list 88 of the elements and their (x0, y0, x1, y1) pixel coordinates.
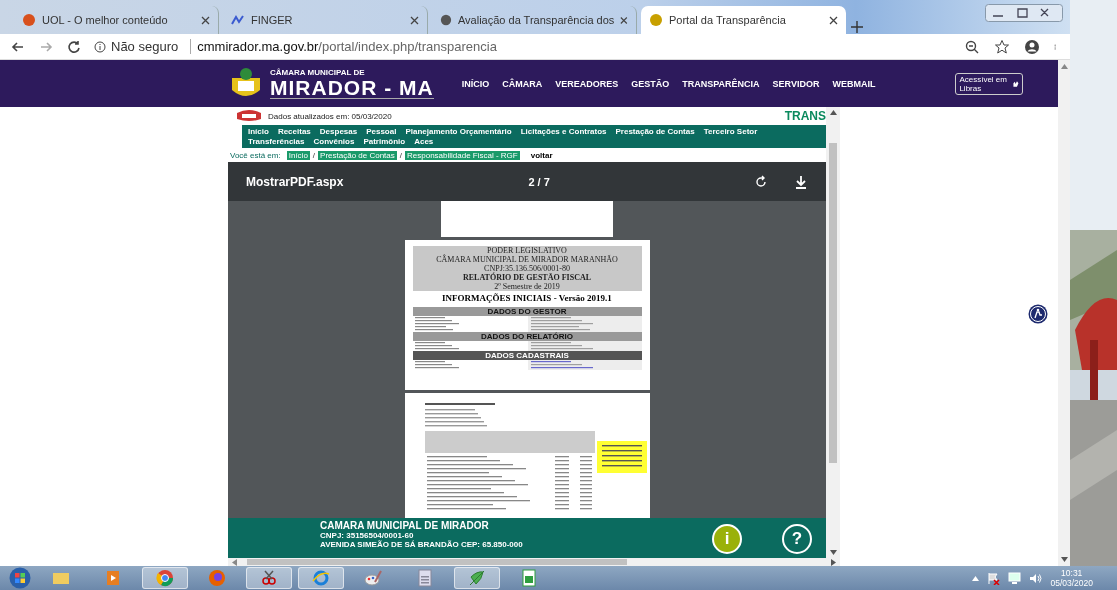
accessibility-icon[interactable] (1028, 304, 1048, 324)
report-heading: RELATÓRIO DE GESTÃO FISCAL (462, 273, 592, 282)
libras-badge[interactable]: Acessível em Libras (955, 72, 1024, 95)
footer-address: AVENIDA SIMEÃO DE SÁ BRANDÃO CEP: 65.850-000 (320, 540, 523, 549)
menu-link[interactable]: GESTÃO (631, 78, 670, 89)
scissors-icon[interactable] (260, 569, 278, 587)
security-label[interactable]: Não seguro (94, 39, 179, 54)
start-icon[interactable] (8, 567, 32, 589)
logo-title: MIRADOR - MA (270, 77, 434, 99)
close-icon[interactable] (829, 15, 838, 25)
scroll-right-icon[interactable] (831, 558, 836, 566)
account-icon[interactable] (1024, 38, 1040, 55)
report-heading: CNPJ:35.136.506/0001-80 (484, 264, 570, 273)
nav-link[interactable]: Prestação de Contas (615, 127, 695, 136)
browser-tab[interactable]: Portal da Transparência (641, 6, 846, 34)
update-date: Dados atualizados em: 05/03/2020 (268, 111, 392, 121)
nav-link[interactable]: Início (248, 127, 269, 136)
nav-link[interactable]: Pessoal (366, 127, 397, 136)
flag-icon[interactable] (987, 571, 1001, 585)
network-icon[interactable] (1008, 571, 1022, 585)
section-heading: DADOS CADASTRAIS (412, 351, 642, 360)
scroll-left-icon[interactable] (232, 558, 237, 566)
nav-link[interactable]: Planejamento Orçamentário (405, 127, 512, 136)
portal-brand: TRANS (784, 109, 826, 123)
menu-link[interactable]: INÍCIO (461, 78, 490, 89)
window-controls-icon[interactable] (985, 4, 1063, 22)
scrollbar-thumb[interactable] (247, 559, 627, 565)
rotate-icon[interactable] (754, 174, 768, 189)
breadcrumb-link[interactable]: Responsabilidade Fiscal - RGF (405, 150, 520, 160)
scroll-up-icon[interactable] (1060, 64, 1068, 69)
menu-link[interactable]: WEBMAIL (832, 78, 876, 89)
breadcrumb-separator: / (312, 150, 316, 160)
new-tab-icon[interactable] (850, 20, 864, 34)
close-icon[interactable] (201, 15, 210, 25)
close-icon[interactable] (620, 15, 628, 25)
calculator-icon[interactable] (416, 569, 434, 587)
report-title: INFORMAÇÕES INICIAIS - Versão 2019.1 (441, 293, 613, 303)
menu-link[interactable]: SERVIDOR (772, 78, 820, 89)
nav-link[interactable]: Convênios (313, 137, 355, 146)
scroll-down-icon[interactable] (829, 550, 837, 555)
menu-link[interactable]: CÂMARA (502, 78, 543, 89)
volume-icon[interactable] (1029, 571, 1043, 585)
scroll-down-icon[interactable] (1060, 557, 1068, 562)
address-field[interactable]: cmmirador.ma.gov.br/portal/index.php/transparencia (190, 39, 497, 54)
scroll-up-icon[interactable] (829, 110, 837, 115)
paint-palette-icon[interactable] (364, 569, 382, 587)
info-icon (94, 40, 106, 53)
caret-icon[interactable] (972, 575, 980, 581)
nav-link[interactable]: Transferências (248, 137, 305, 146)
menu-link[interactable]: VEREADORES (555, 78, 619, 89)
footer-cnpj: CNPJ: 35156504/0001-60 (320, 531, 415, 540)
breadcrumb-link[interactable]: Início (286, 150, 310, 160)
nav-link[interactable]: Licitações e Contratos (520, 127, 607, 136)
report-heading: PODER LEGISLATIVO (487, 246, 567, 255)
breadcrumb-label: Você está em: (230, 150, 281, 160)
menu-link[interactable]: TRANSPARÊNCIA (682, 78, 760, 89)
scrollbar-thumb[interactable] (829, 143, 837, 463)
zigzag-icon (231, 13, 245, 27)
logo-subtitle: CÂMARA MUNICIPAL DE (270, 68, 366, 77)
report-heading: 2º Semestre de 2019 (494, 282, 560, 291)
report-heading: CÂMARA MUNICIPAL DE MIRADOR MARANHÃO (436, 255, 618, 264)
firefox-icon[interactable] (208, 569, 226, 587)
help-button[interactable]: ? (782, 524, 812, 554)
leaf-icon[interactable] (468, 569, 486, 587)
chrome-icon[interactable] (156, 569, 174, 587)
breadcrumb-link[interactable]: Prestação de Contas (318, 150, 397, 160)
star-icon[interactable] (994, 38, 1010, 55)
section-heading: DADOS DO GESTOR (412, 307, 642, 316)
emblem-icon (236, 109, 262, 123)
nav-link[interactable]: Despesas (319, 127, 358, 136)
nav-link[interactable]: Receitas (277, 127, 311, 136)
section-heading: DADOS DO RELATÓRIO (412, 332, 642, 341)
close-icon[interactable] (410, 15, 419, 25)
nav-link[interactable]: Aces (414, 137, 434, 146)
footer-title: CAMARA MUNICIPAL DE MIRADOR (320, 520, 490, 531)
reload-icon[interactable] (66, 38, 82, 55)
zoom-icon[interactable] (964, 38, 980, 55)
internet-explorer-icon[interactable] (312, 569, 330, 587)
media-player-icon[interactable] (104, 569, 122, 587)
spreadsheet-icon[interactable] (520, 569, 538, 587)
download-icon[interactable] (794, 174, 808, 189)
clock-date[interactable]: 05/03/2020 (1050, 578, 1093, 588)
nav-link[interactable]: Terceiro Setor (703, 127, 758, 136)
nav-link[interactable]: Patrimônio (363, 137, 406, 146)
pdf-filename: MostrarPDF.aspx (246, 174, 344, 189)
back-link[interactable]: voltar (530, 150, 553, 160)
breadcrumb-separator: / (399, 150, 402, 160)
page-counter: 2 / 7 (528, 175, 550, 188)
